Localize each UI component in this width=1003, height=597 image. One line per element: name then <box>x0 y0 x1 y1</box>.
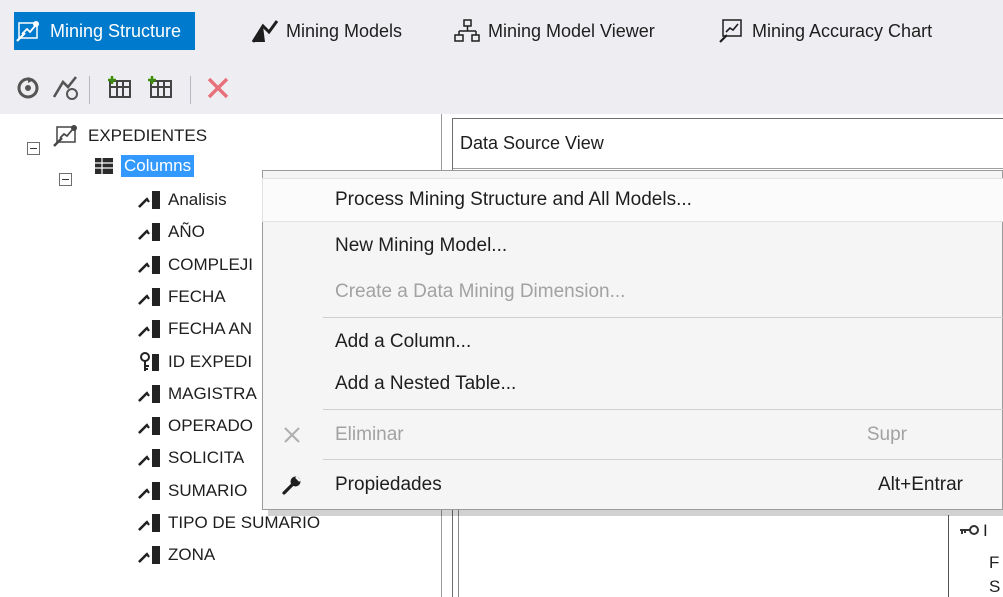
add-column-icon <box>106 75 134 106</box>
columns-folder-icon <box>93 156 115 176</box>
menu-item-add-nested-table[interactable]: Add a Nested Table... <box>263 363 1003 405</box>
table-key-text: I <box>983 521 988 540</box>
tab-mining-model-viewer[interactable]: Mining Model Viewer <box>452 12 655 50</box>
tree-column-label: SOLICITA <box>168 448 245 468</box>
collapse-toggle[interactable] <box>59 173 72 186</box>
menu-item-create-dimension: Create a Data Mining Dimension... <box>263 271 1003 313</box>
column-icon <box>138 544 162 566</box>
menu-item-add-column[interactable]: Add a Column... <box>263 321 1003 363</box>
delete-icon <box>281 424 303 446</box>
toolbar-separator <box>190 76 191 104</box>
menu-item-properties[interactable]: Propiedades Alt+Entrar <box>263 464 1003 506</box>
toolbar <box>0 66 1003 114</box>
column-icon <box>138 480 162 502</box>
column-icon <box>138 415 162 437</box>
process-icon <box>15 75 41 106</box>
tab-label: Mining Accuracy Chart <box>752 20 933 41</box>
tree-column-item[interactable]: MAGISTRA <box>138 379 257 409</box>
menu-separator <box>323 317 1003 318</box>
wrench-icon <box>281 474 303 496</box>
mining-models-icon <box>250 17 280 45</box>
menu-separator <box>323 409 1003 410</box>
column-icon <box>138 286 162 308</box>
tree-column-label: COMPLEJI <box>168 254 254 274</box>
tree-column-item[interactable]: AÑO <box>138 217 205 247</box>
menu-item-label: Propiedades <box>335 474 442 495</box>
key-column-icon <box>138 351 162 373</box>
context-menu: Process Mining Structure and All Models.… <box>262 170 1003 510</box>
add-nested-table-button[interactable] <box>144 74 176 106</box>
tree-root-label: EXPEDIENTES <box>88 126 208 145</box>
column-icon <box>138 447 162 469</box>
table-key-row: I <box>959 521 988 541</box>
menu-item-label: Process Mining Structure and All Models.… <box>335 189 692 210</box>
tab-label: Mining Model Viewer <box>488 20 655 41</box>
process-model-button[interactable] <box>50 74 82 106</box>
tree-column-label: FECHA AN <box>168 319 253 339</box>
delete-icon <box>205 75 231 106</box>
tree-column-item[interactable]: ZONA <box>138 540 215 570</box>
menu-item-shortcut: Supr <box>866 424 907 445</box>
tab-mining-accuracy-chart[interactable]: Mining Accuracy Chart <box>716 12 932 50</box>
tree-column-label: ZONA <box>168 545 216 565</box>
tree-column-item[interactable]: COMPLEJI <box>138 250 253 280</box>
collapse-toggle[interactable] <box>27 142 40 155</box>
tree-column-item[interactable]: SOLICITA <box>138 443 244 473</box>
tree-column-label: TIPO DE SUMARIO <box>168 513 321 532</box>
toolbar-separator <box>89 76 90 104</box>
menu-item-process-all[interactable]: Process Mining Structure and All Models.… <box>262 178 1003 222</box>
tree-root-expedientes[interactable]: EXPEDIENTES <box>50 121 207 151</box>
mining-structure-icon <box>50 123 82 149</box>
menu-item-label: Create a Data Mining Dimension... <box>335 281 626 302</box>
menu-item-shortcut: Alt+Entrar <box>877 474 963 495</box>
column-icon <box>138 254 162 276</box>
add-column-button[interactable] <box>104 74 136 106</box>
mining-model-viewer-icon <box>452 17 482 45</box>
designer-window: Mining Structure Mining Models Mining Mo… <box>0 0 1003 597</box>
table-row-text: S <box>989 577 1001 596</box>
column-icon <box>138 189 162 211</box>
tree-column-item[interactable]: ID EXPEDI <box>138 347 252 377</box>
tab-label: Mining Models <box>286 20 403 41</box>
process-button[interactable] <box>12 74 44 106</box>
delete-button[interactable] <box>202 74 234 106</box>
tab-mining-models[interactable]: Mining Models <box>250 12 402 50</box>
menu-item-new-mining-model[interactable]: New Mining Model... <box>263 225 1003 267</box>
tree-column-item[interactable]: SUMARIO <box>138 476 247 506</box>
table-row-text: F <box>989 553 1000 572</box>
tree-column-item[interactable]: OPERADO <box>138 411 253 441</box>
tree-column-label: Analisis <box>168 190 227 209</box>
menu-item-label: Add a Column... <box>335 331 472 352</box>
tree-column-item[interactable]: FECHA <box>138 282 226 312</box>
column-icon <box>138 512 162 534</box>
tree-column-label: ID EXPEDI <box>168 351 253 371</box>
menu-item-label: Eliminar <box>335 424 404 445</box>
dsv-table-fragment[interactable]: I F S <box>948 515 1003 597</box>
tree-column-label: OPERADO <box>168 416 254 436</box>
add-nested-table-icon <box>145 75 175 106</box>
column-icon <box>138 221 162 243</box>
process-model-icon <box>52 75 80 106</box>
dsv-header: Data Source View <box>453 119 1003 169</box>
mining-structure-icon <box>14 17 44 45</box>
tree-column-label: MAGISTRA <box>168 383 257 403</box>
column-icon <box>138 318 162 340</box>
tree-column-label: SUMARIO <box>168 480 248 500</box>
column-icon <box>138 383 162 405</box>
tab-mining-structure[interactable]: Mining Structure <box>14 12 196 50</box>
key-icon <box>959 521 979 541</box>
tree-column-item[interactable]: FECHA AN <box>138 314 252 344</box>
mining-accuracy-chart-icon <box>716 17 746 45</box>
menu-item-label: Add a Nested Table... <box>335 373 517 394</box>
tree-column-label: FECHA <box>168 286 226 306</box>
tree-node-label: Columns <box>121 155 195 177</box>
tree-column-item[interactable]: Analisis <box>138 185 227 215</box>
tree-column-label: AÑO <box>168 222 205 242</box>
tree-node-columns[interactable]: Columns <box>93 151 195 181</box>
tab-label: Mining Structure <box>50 20 182 41</box>
menu-separator <box>323 459 1003 460</box>
menu-item-delete: Eliminar Supr <box>263 414 1003 456</box>
tab-strip: Mining Structure Mining Models Mining Mo… <box>0 0 1003 66</box>
menu-item-label: New Mining Model... <box>335 235 508 256</box>
